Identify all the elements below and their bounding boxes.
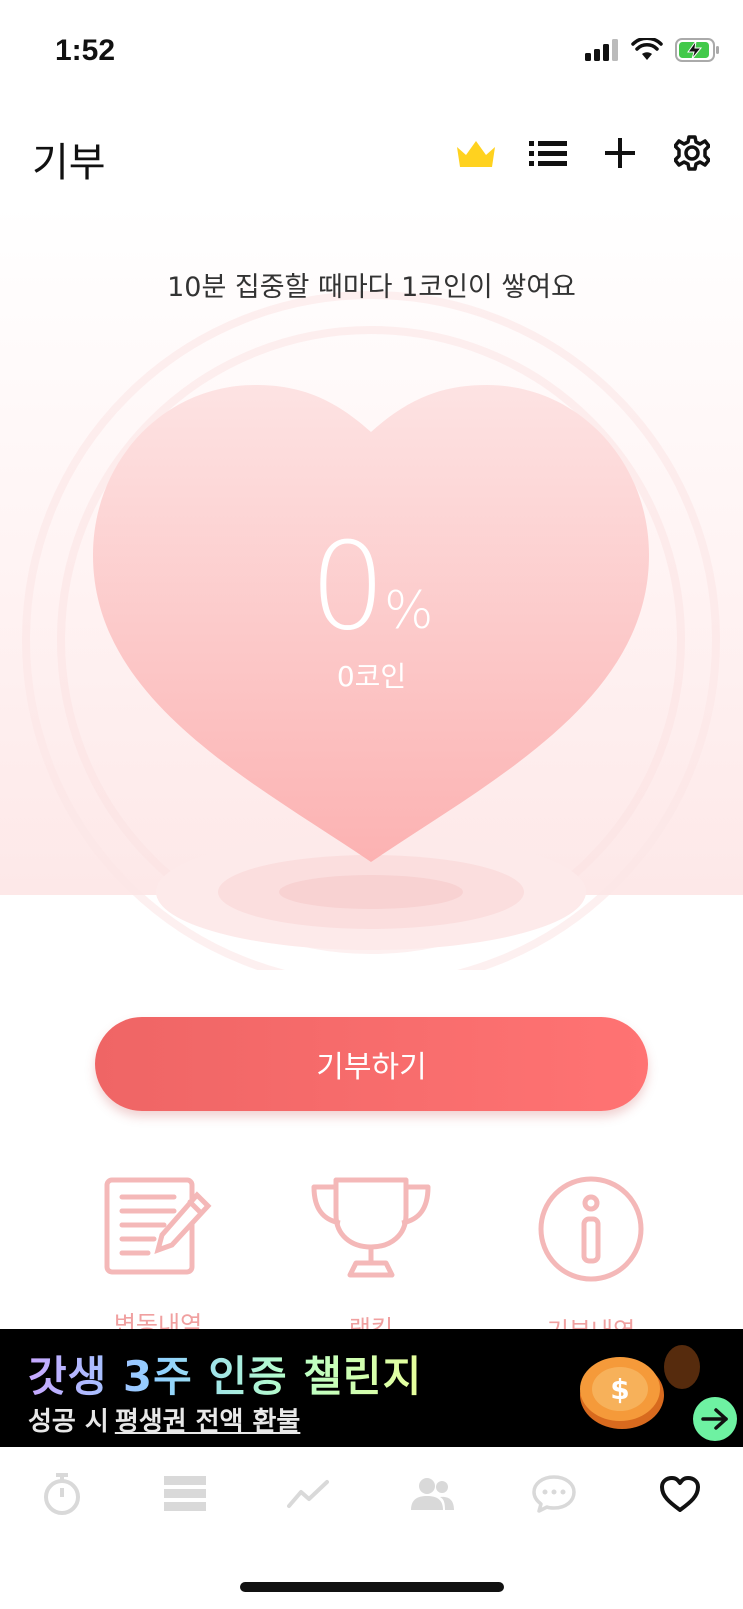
coin-count: 0코인 [336,660,407,693]
arrow-right-icon [701,1408,728,1430]
gear-icon [674,135,710,171]
progress-value: 0 [309,518,386,657]
menu-item-donation-history[interactable]: 기부내역 [511,1175,671,1346]
chart-line-icon [287,1480,329,1508]
status-bar: 1:52 [0,0,743,100]
tab-friends[interactable] [402,1469,462,1519]
ad-banner[interactable]: 갓생 3주 인증 챌린지 성공 시 평생권 전액 환불 $ [0,1329,743,1447]
plus-icon [605,138,635,168]
percent-sign: % [383,581,434,641]
trophy-icon [311,1177,431,1278]
list-button[interactable] [527,132,569,174]
people-icon [411,1478,454,1510]
hero-caption: 10분 집중할 때마다 1코인이 쌓여요 [167,272,576,303]
document-edit-icon [104,1177,212,1275]
chat-bubble-icon [532,1475,576,1513]
settings-button[interactable] [671,132,713,174]
wifi-icon [631,38,663,60]
ad-subtext: 성공 시 평생권 전액 환불 [28,1401,300,1438]
heart-icon [660,1476,700,1512]
list-stack-icon [164,1476,206,1511]
info-icon [538,1176,644,1282]
page-title: 기부 [32,140,106,186]
menu-item-history[interactable]: 변동내역 [78,1175,238,1340]
stopwatch-icon [44,1473,80,1515]
menu-item-ranking[interactable]: 랭킹 [291,1175,451,1344]
cellular-signal-icon [585,39,618,61]
status-icons [585,38,721,62]
tab-list[interactable] [155,1469,215,1519]
tab-chat[interactable] [524,1469,584,1519]
tab-donate[interactable] [650,1469,710,1519]
ad-headline: 갓생 3주 인증 챌린지 [28,1343,422,1404]
home-indicator [240,1582,504,1592]
tab-stats[interactable] [278,1469,338,1519]
premium-crown-button[interactable] [455,132,497,174]
tab-bar [0,1447,743,1547]
crown-icon [457,141,495,167]
battery-charging-icon [675,38,719,62]
tab-timer[interactable] [32,1469,92,1519]
ad-arrow-button[interactable] [693,1397,737,1441]
status-time: 1:52 [55,34,116,67]
progress-percent: 0% [0,518,743,657]
donate-button[interactable]: 기부하기 [95,1017,648,1111]
ad-sub-prefix: 성공 시 [28,1407,109,1437]
svg-text:$: $ [610,1373,629,1406]
add-button[interactable] [599,132,641,174]
ad-sub-link: 평생권 전액 환불 [114,1407,301,1437]
menu-row: 변동내역 랭킹 기부내역 [0,1175,743,1345]
header-actions [455,132,713,174]
header: 기부 [0,120,743,190]
coin-icon: $ [580,1345,700,1429]
list-icon [529,141,567,166]
